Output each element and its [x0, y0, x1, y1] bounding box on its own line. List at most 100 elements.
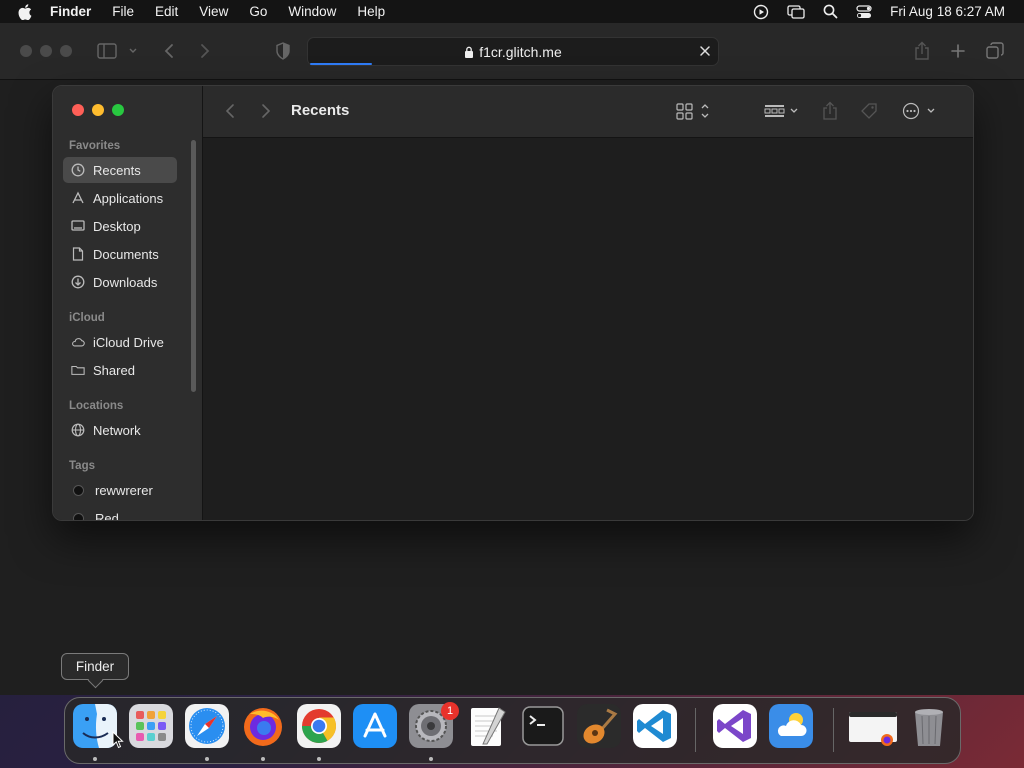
finder-minimize-button[interactable]	[92, 104, 104, 116]
sidebar-item-downloads[interactable]: Downloads	[63, 269, 177, 295]
dock-app-terminal[interactable]	[521, 704, 565, 748]
address-bar[interactable]: f1cr.glitch.me	[307, 37, 719, 66]
tags-header: Tags	[69, 460, 95, 472]
tab-overview-icon[interactable]	[985, 41, 1005, 61]
sidebar-item-label: Documents	[93, 246, 159, 262]
chrome-icon	[297, 704, 341, 748]
control-center-icon[interactable]	[856, 4, 872, 19]
dock-app-garageband[interactable]	[577, 704, 621, 748]
dock-tooltip: Finder	[61, 653, 129, 680]
dock-app-chrome[interactable]	[297, 704, 341, 748]
textedit-icon	[471, 707, 506, 746]
notification-badge: 1	[441, 702, 459, 720]
finder-content-area[interactable]	[203, 138, 973, 520]
sidebar-item-label: Red	[95, 510, 119, 521]
browser-zoom-button[interactable]	[60, 45, 72, 57]
globe-icon	[71, 423, 85, 437]
dock-app-safari[interactable]	[185, 704, 229, 748]
menu-clock[interactable]: Fri Aug 18 6:27 AM	[890, 4, 1005, 19]
running-indicator	[317, 757, 321, 761]
clock-icon	[71, 163, 85, 177]
trash-icon	[915, 709, 943, 746]
sidebar-item-shared[interactable]: Shared	[63, 357, 177, 383]
finder-window: Favorites Recents Applications Desktop D…	[52, 85, 974, 521]
sidebar-item-label: iCloud Drive	[93, 334, 164, 350]
finder-icon	[73, 704, 117, 748]
safari-icon	[185, 704, 229, 748]
new-tab-icon[interactable]	[948, 41, 968, 61]
share-icon[interactable]	[821, 100, 839, 122]
menu-view[interactable]: View	[199, 4, 228, 19]
sidebar-item-recents[interactable]: Recents	[63, 157, 177, 183]
browser-minimize-button[interactable]	[40, 45, 52, 57]
stop-loading-icon[interactable]	[698, 44, 712, 58]
screen-mirroring-icon[interactable]	[787, 4, 805, 20]
group-by-icon[interactable]	[763, 101, 801, 121]
menu-window[interactable]: Window	[288, 4, 336, 19]
spotlight-search-icon[interactable]	[823, 4, 838, 19]
desktop-icon	[71, 219, 85, 233]
vscode-icon	[633, 704, 677, 748]
forward-icon[interactable]	[196, 41, 214, 61]
firefox-icon	[244, 708, 282, 746]
visual-studio-icon	[713, 704, 757, 748]
finder-zoom-button[interactable]	[112, 104, 124, 116]
sidebar-item-label: Network	[93, 422, 141, 438]
dock-app-app-store[interactable]	[353, 704, 397, 748]
finder-toolbar: Recents	[203, 86, 973, 138]
dock-app-textedit[interactable]	[465, 704, 509, 748]
sidebar-scrollbar[interactable]	[191, 140, 196, 392]
sidebar-item-label: Applications	[93, 190, 164, 206]
dock-app-trash[interactable]	[907, 704, 951, 748]
apple-menu-icon[interactable]	[18, 3, 36, 20]
screen-record-icon[interactable]	[753, 4, 769, 20]
sidebar-toggle-icon[interactable]	[97, 41, 137, 61]
sidebar-item-documents[interactable]: Documents	[63, 241, 177, 267]
minimized-window-icon	[849, 712, 897, 746]
sidebar-item-label: Recents	[93, 162, 141, 178]
terminal-icon	[522, 706, 564, 746]
browser-close-button[interactable]	[20, 45, 32, 57]
dock-app-vscode[interactable]	[633, 704, 677, 748]
menu-file[interactable]: File	[112, 4, 134, 19]
finder-close-button[interactable]	[72, 104, 84, 116]
locations-header: Locations	[69, 400, 124, 412]
guitar-icon	[577, 704, 621, 748]
sidebar-item-network[interactable]: Network	[63, 417, 177, 443]
dock-app-firefox[interactable]	[241, 704, 285, 748]
dock-app-launchpad[interactable]	[129, 704, 173, 748]
sidebar-item-tag-rewwrerer[interactable]: rewwrerer	[63, 477, 177, 503]
menu-bar: Finder File Edit View Go Window Help Fri…	[0, 0, 1024, 23]
dock-app-finder[interactable]	[73, 704, 117, 748]
sidebar-item-label: rewwrerer	[95, 482, 153, 498]
tag-icon[interactable]	[859, 101, 879, 121]
finder-window-title: Recents	[291, 102, 350, 119]
sidebar-item-applications[interactable]: Applications	[63, 185, 177, 211]
privacy-shield-icon[interactable]	[273, 41, 293, 61]
menu-go[interactable]: Go	[249, 4, 267, 19]
sidebar-item-label: Desktop	[93, 218, 141, 234]
forward-icon[interactable]	[259, 102, 273, 120]
shared-folder-icon	[71, 363, 85, 377]
menu-help[interactable]: Help	[357, 4, 385, 19]
dock-app-weather[interactable]	[769, 704, 813, 748]
menu-app-name[interactable]: Finder	[50, 4, 91, 19]
dock-window-preview[interactable]	[847, 704, 899, 748]
launchpad-icon	[129, 704, 173, 748]
dock-app-visual-studio[interactable]	[713, 704, 757, 748]
sidebar-item-tag-red[interactable]: Red	[63, 505, 177, 521]
tag-dot	[73, 512, 84, 520]
menu-edit[interactable]: Edit	[155, 4, 178, 19]
running-indicator	[429, 757, 433, 761]
share-icon[interactable]	[912, 40, 932, 62]
sidebar-item-icloud-drive[interactable]: iCloud Drive	[63, 329, 177, 355]
back-icon[interactable]	[223, 102, 237, 120]
back-icon[interactable]	[160, 41, 178, 61]
sidebar-item-desktop[interactable]: Desktop	[63, 213, 177, 239]
lock-icon	[465, 46, 474, 58]
more-actions-icon[interactable]	[901, 101, 939, 121]
mouse-cursor-icon	[112, 730, 124, 754]
running-indicator	[93, 757, 97, 761]
icon-view-grid-icon[interactable]	[675, 101, 713, 121]
page-load-progress	[310, 63, 372, 65]
